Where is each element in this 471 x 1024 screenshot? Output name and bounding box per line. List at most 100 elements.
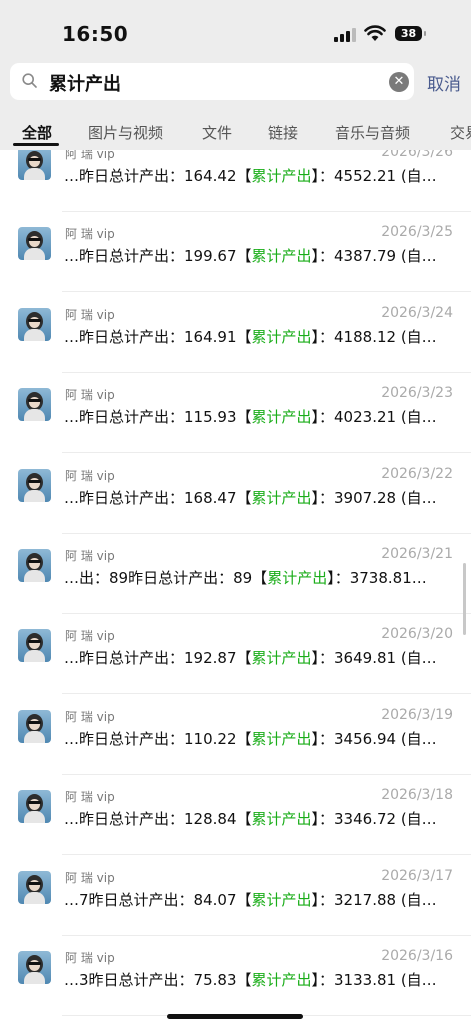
snippet-prefix: …昨日总计产出：192.87【: [64, 649, 252, 667]
snippet-suffix: 】：3907.28 (自…: [311, 489, 437, 507]
message-date: 2026/3/17: [381, 868, 453, 884]
tab-links[interactable]: 链接: [268, 122, 298, 143]
snippet-prefix: …昨日总计产出：199.67【: [64, 247, 252, 265]
sender-name: 阿 瑞 vip: [65, 150, 115, 161]
snippet-highlight: 累计产出: [251, 891, 312, 909]
sender-name: 阿 瑞 vip: [65, 871, 115, 885]
message-snippet: …昨日总计产出：115.93【累计产出】：4023.21 (自…: [64, 406, 456, 427]
snippet-prefix: …出：89昨日总计产出：89【: [64, 569, 268, 587]
snippet-highlight: 累计产出: [267, 569, 328, 587]
snippet-suffix: 】：3346.72 (自…: [311, 810, 437, 828]
snippet-prefix: …7昨日总计产出：84.07【: [64, 891, 252, 909]
snippet-highlight: 累计产出: [251, 730, 312, 748]
snippet-suffix: 】：3456.94 (自…: [311, 730, 437, 748]
clear-search-icon[interactable]: ✕: [389, 72, 409, 92]
sender-name: 阿 瑞 vip: [65, 629, 115, 643]
avatar[interactable]: [18, 871, 51, 904]
snippet-suffix: 】：4387.79 (自…: [311, 247, 437, 265]
result-item[interactable]: 阿 瑞 vip 2026/3/17 …7昨日总计产出：84.07【累计产出】：321…: [0, 856, 471, 936]
row-divider: [62, 452, 471, 453]
message-snippet: …出：89昨日总计产出：89【累计产出】：3738.81…: [64, 567, 456, 588]
snippet-suffix: 】：4188.12 (自…: [311, 328, 437, 346]
avatar[interactable]: [18, 227, 51, 260]
result-item[interactable]: 阿 瑞 vip 2026/3/21 …出：89昨日总计产出：89【累计产出】：373…: [0, 534, 471, 614]
snippet-prefix: …昨日总计产出：168.47【: [64, 489, 252, 507]
snippet-highlight: 累计产出: [251, 247, 312, 265]
sender-name: 阿 瑞 vip: [65, 469, 115, 483]
message-date: 2026/3/21: [381, 546, 453, 562]
snippet-suffix: 】：4023.21 (自…: [311, 408, 437, 426]
search-input[interactable]: 累计产出: [49, 70, 121, 96]
snippet-suffix: 】：3133.81 (自…: [311, 971, 437, 989]
message-snippet: …昨日总计产出：192.87【累计产出】：3649.81 (自…: [64, 647, 456, 668]
sender-name: 阿 瑞 vip: [65, 710, 115, 724]
status-bar: 16:50 38: [0, 0, 471, 64]
message-snippet: …3昨日总计产出：75.83【累计产出】：3133.81 (自…: [64, 969, 456, 990]
snippet-prefix: …昨日总计产出：164.42【: [64, 167, 252, 185]
wifi-icon: [364, 25, 386, 41]
avatar[interactable]: [18, 388, 51, 421]
message-date: 2026/3/19: [381, 707, 453, 723]
result-item[interactable]: 阿 瑞 vip 2026/3/22 …昨日总计产出：168.47【累计产出】：390…: [0, 454, 471, 534]
filter-tabs: 全部 图片与视频 文件 链接 音乐与音频 交易: [0, 118, 471, 150]
battery-icon: 38: [395, 26, 422, 41]
avatar[interactable]: [18, 150, 51, 180]
message-snippet: …昨日总计产出：199.67【累计产出】：4387.79 (自…: [64, 245, 456, 266]
home-indicator: [167, 1014, 303, 1019]
avatar[interactable]: [18, 629, 51, 662]
snippet-prefix: …昨日总计产出：128.84【: [64, 810, 252, 828]
snippet-highlight: 累计产出: [251, 167, 312, 185]
snippet-suffix: 】：3649.81 (自…: [311, 649, 437, 667]
snippet-prefix: …昨日总计产出：115.93【: [64, 408, 252, 426]
message-date: 2026/3/25: [381, 224, 453, 240]
tab-photos-videos[interactable]: 图片与视频: [88, 122, 163, 143]
search-icon: [22, 73, 37, 88]
sender-name: 阿 瑞 vip: [65, 549, 115, 563]
cellular-signal-icon: [334, 28, 356, 42]
avatar[interactable]: [18, 308, 51, 341]
scrollbar[interactable]: [463, 563, 466, 635]
snippet-prefix: …昨日总计产出：110.22【: [64, 730, 252, 748]
message-snippet: …7昨日总计产出：84.07【累计产出】：3217.88 (自…: [64, 889, 456, 910]
snippet-suffix: 】：4552.21 (自…: [311, 167, 437, 185]
active-tab-indicator: [13, 143, 59, 146]
snippet-highlight: 累计产出: [251, 489, 312, 507]
result-item[interactable]: 阿 瑞 vip 2026/3/23 …昨日总计产出：115.93【累计产出】：402…: [0, 373, 471, 453]
search-bar[interactable]: 累计产出 ✕: [10, 63, 414, 100]
result-item[interactable]: 阿 瑞 vip 2026/3/25 …昨日总计产出：199.67【累计产出】：438…: [0, 212, 471, 292]
tab-music-audio[interactable]: 音乐与音频: [335, 122, 410, 143]
result-item[interactable]: 阿 瑞 vip 2026/3/26 …昨日总计产出：164.42【累计产出】：455…: [0, 150, 471, 212]
snippet-suffix: 】：3738.81…: [327, 569, 427, 587]
row-divider: [62, 854, 471, 855]
result-item[interactable]: 阿 瑞 vip 2026/3/18 …昨日总计产出：128.84【累计产出】：334…: [0, 775, 471, 855]
result-item[interactable]: 阿 瑞 vip 2026/3/19 …昨日总计产出：110.22【累计产出】：345…: [0, 695, 471, 775]
message-snippet: …昨日总计产出：110.22【累计产出】：3456.94 (自…: [64, 728, 456, 749]
snippet-highlight: 累计产出: [251, 649, 312, 667]
tab-files[interactable]: 文件: [202, 122, 232, 143]
result-item[interactable]: 阿 瑞 vip 2026/3/24 …昨日总计产出：164.91【累计产出】：418…: [0, 293, 471, 373]
message-snippet: …昨日总计产出：168.47【累计产出】：3907.28 (自…: [64, 487, 456, 508]
tab-all[interactable]: 全部: [22, 122, 52, 143]
battery-cap: [424, 31, 426, 36]
result-item[interactable]: 阿 瑞 vip 2026/3/16 …3昨日总计产出：75.83【累计产出】：313…: [0, 936, 471, 1016]
message-date: 2026/3/16: [381, 948, 453, 964]
avatar[interactable]: [18, 549, 51, 582]
results-list: 阿 瑞 vip 2026/3/26 …昨日总计产出：164.42【累计产出】：455…: [0, 150, 471, 1024]
cancel-button[interactable]: 取消: [427, 70, 461, 95]
result-item[interactable]: 阿 瑞 vip 2026/3/20 …昨日总计产出：192.87【累计产出】：364…: [0, 614, 471, 694]
snippet-highlight: 累计产出: [251, 810, 312, 828]
message-date: 2026/3/22: [381, 466, 453, 482]
avatar[interactable]: [18, 469, 51, 502]
avatar[interactable]: [18, 790, 51, 823]
snippet-prefix: …3昨日总计产出：75.83【: [64, 971, 252, 989]
tab-transactions[interactable]: 交易: [450, 122, 471, 143]
sender-name: 阿 瑞 vip: [65, 388, 115, 402]
message-date: 2026/3/24: [381, 305, 453, 321]
snippet-highlight: 累计产出: [251, 328, 312, 346]
row-divider: [62, 693, 471, 694]
sender-name: 阿 瑞 vip: [65, 790, 115, 804]
avatar[interactable]: [18, 710, 51, 743]
avatar[interactable]: [18, 951, 51, 984]
snippet-highlight: 累计产出: [251, 408, 312, 426]
row-divider: [62, 291, 471, 292]
